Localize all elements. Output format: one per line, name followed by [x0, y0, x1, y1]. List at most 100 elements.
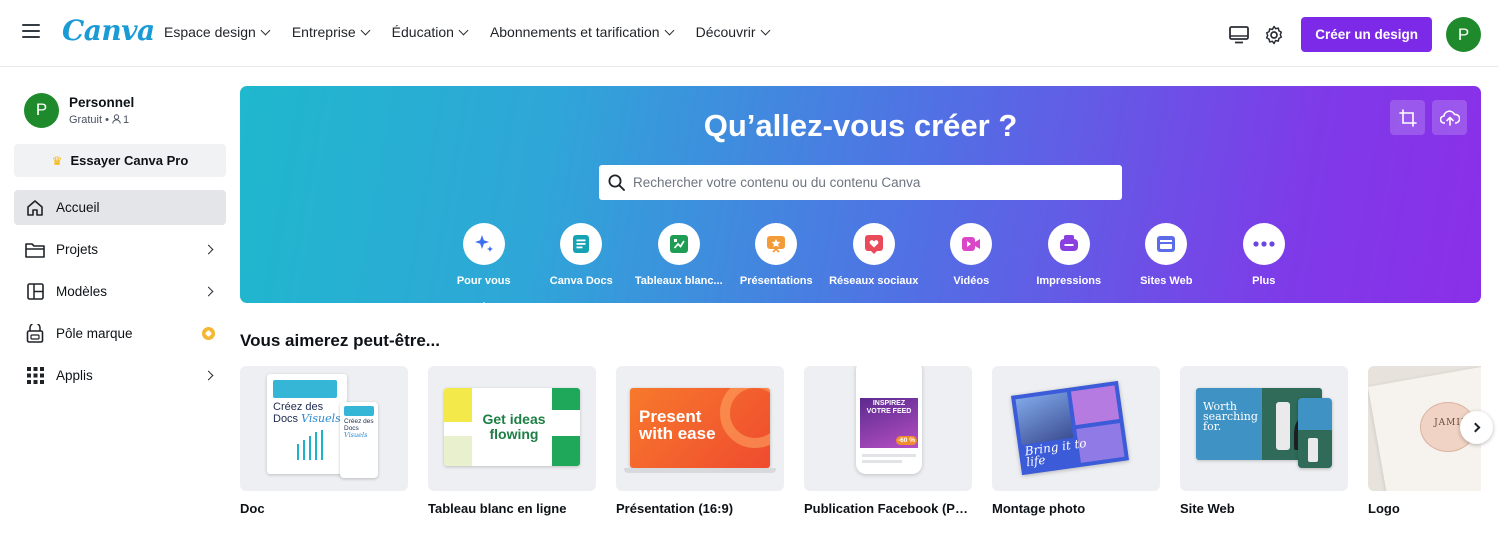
phone-thumb: INSPIREZ VOTRE FEED -60 % [856, 366, 922, 474]
canva-logo[interactable]: Canva [62, 14, 155, 47]
doc-thumb-small-italic: Visuels [344, 431, 368, 439]
card-thumbnail: Worth searching for. [1180, 366, 1348, 491]
web-thumb-text: Worth searching for. [1203, 400, 1258, 433]
photo-thumb: Bring it to life [1010, 380, 1130, 476]
sidebar-item-accueil[interactable]: Accueil [14, 190, 226, 225]
carousel-next-button[interactable] [1460, 411, 1493, 444]
top-bar: Canva Espace design Entreprise Éducation… [0, 0, 1498, 67]
card-label: Site Web [1180, 501, 1235, 516]
chevron-right-icon [203, 286, 214, 297]
search-bar[interactable] [599, 165, 1122, 200]
upload-icon[interactable] [1432, 100, 1467, 135]
whiteboard-icon [657, 223, 700, 265]
menu-icon[interactable] [22, 24, 40, 42]
desktop-icon[interactable] [1227, 23, 1251, 47]
category-sites-web[interactable]: Sites Web [1118, 223, 1216, 287]
nav-label: Abonnements et tarification [489, 24, 660, 40]
sidebar-item-label: Pôle marque [56, 326, 133, 341]
category-label: Réseaux sociaux [829, 275, 919, 287]
chevron-down-icon [260, 25, 271, 35]
chevron-right-icon [203, 370, 214, 381]
category-presentations[interactable]: Présentations [728, 223, 826, 287]
plan-label: Gratuit • [69, 113, 112, 126]
pres-thumb-text: Present with ease [639, 407, 716, 443]
suggestion-card-facebook[interactable]: INSPIREZ VOTRE FEED -60 % Publication Fa… [804, 366, 972, 516]
suggestion-card-doc[interactable]: Créez des Docs Visuels Créez des Docs Vi… [240, 366, 408, 516]
card-thumbnail: Créez des Docs Visuels Créez des Docs Vi… [240, 366, 408, 491]
heart-icon [852, 223, 895, 265]
nav-decouvrir[interactable]: Découvrir [696, 24, 770, 40]
sparkle-icon [462, 223, 505, 265]
suggestion-card-tableau-blanc[interactable]: Get ideas flowing Tableau blanc en ligne [428, 366, 596, 516]
nav-espace-design[interactable]: Espace design [164, 24, 271, 40]
fb-thumb-pct: -60 % [896, 436, 917, 445]
category-canva-docs[interactable]: Canva Docs [533, 223, 631, 287]
video-icon [950, 223, 993, 265]
sidebar-item-modeles[interactable]: Modèles [14, 274, 226, 309]
category-reseaux-sociaux[interactable]: Réseaux sociaux [825, 223, 923, 287]
main-nav: Espace design Entreprise Éducation Abonn… [164, 24, 792, 40]
doc-thumb-small-main: Créez des Docs [344, 418, 374, 432]
suggestion-card-logo[interactable]: JAMIL Logo [1368, 366, 1481, 516]
member-count: 1 [122, 113, 130, 126]
templates-icon [24, 282, 46, 302]
hero-banner: Qu’allez-vous créer ? Pour vous Canva Do… [240, 86, 1481, 303]
avatar: P [24, 92, 59, 128]
sidebar-item-projets[interactable]: Projets [14, 232, 226, 267]
gear-icon[interactable] [1262, 23, 1286, 47]
card-thumbnail: Present with ease [616, 366, 784, 491]
card-label: Logo [1368, 501, 1400, 516]
doc-page-large: Créez des Docs Visuels [267, 374, 347, 474]
fb-thumb-line2: VOTRE FEED [866, 408, 912, 415]
doc-thumb-italic: Visuels [301, 412, 341, 425]
sidebar-item-label: Modèles [56, 284, 108, 299]
chevron-down-icon [360, 25, 371, 35]
category-plus[interactable]: Plus [1215, 223, 1313, 287]
print-icon [1047, 223, 1090, 265]
nav-entreprise[interactable]: Entreprise [292, 24, 371, 40]
create-design-button[interactable]: Créer un design [1301, 17, 1432, 52]
wb-thumb-text: Get ideas flowing [482, 411, 546, 442]
profile-plan: Gratuit • 1 [69, 114, 134, 126]
more-icon [1242, 223, 1285, 265]
nav-label: Éducation [391, 24, 454, 40]
website-mobile-thumb [1298, 398, 1332, 468]
sidebar-item-applis[interactable]: Applis [14, 358, 226, 393]
sidebar: P Personnel Gratuit • 1 ♛ Essayer Canva P… [14, 86, 226, 400]
category-videos[interactable]: Vidéos [923, 223, 1021, 287]
suggestion-card-presentation[interactable]: Present with ease Présentation (16:9) [616, 366, 784, 516]
sidebar-item-pole-marque[interactable]: Pôle marque [14, 316, 226, 351]
crown-icon: ♛ [51, 153, 63, 168]
premium-badge-icon [202, 327, 215, 340]
suggestion-card-montage-photo[interactable]: Bring it to life Montage photo [992, 366, 1160, 516]
card-label: Tableau blanc en ligne [428, 501, 567, 516]
profile-switcher[interactable]: P Personnel Gratuit • 1 [14, 86, 226, 134]
presentation-icon [755, 223, 798, 265]
search-input[interactable] [633, 175, 1103, 190]
pres-thumb: Present with ease [630, 388, 770, 468]
chevron-down-icon [458, 25, 469, 35]
category-impressions[interactable]: Impressions [1020, 223, 1118, 287]
hero-tools [1390, 100, 1467, 135]
brand-icon [24, 324, 46, 344]
website-icon [1145, 223, 1188, 265]
category-label: Vidéos [953, 275, 990, 287]
doc-page-small: Créez des Docs Visuels [340, 402, 378, 478]
doc-thumb-small-title: Créez des Docs Visuels [344, 418, 376, 439]
category-tableaux-blancs[interactable]: Tableaux blanc... [630, 223, 728, 287]
nav-education[interactable]: Éducation [391, 24, 469, 40]
top-actions: Créer un design P [1227, 17, 1481, 52]
card-thumbnail: INSPIREZ VOTRE FEED -60 % [804, 366, 972, 491]
suggestions-title: Vous aimerez peut-être... [240, 331, 440, 350]
avatar[interactable]: P [1446, 17, 1481, 52]
nav-label: Espace design [164, 24, 256, 40]
apps-grid-icon [24, 366, 46, 386]
doc-thumb-title: Créez des Docs Visuels [273, 401, 347, 425]
suggestion-card-site-web[interactable]: Worth searching for. Site Web [1180, 366, 1348, 516]
category-label: Sites Web [1140, 275, 1193, 287]
custom-size-icon[interactable] [1390, 100, 1425, 135]
try-canva-pro-button[interactable]: ♛ Essayer Canva Pro [14, 144, 226, 177]
nav-abonnements[interactable]: Abonnements et tarification [489, 24, 675, 40]
chevron-right-icon [203, 244, 214, 255]
category-pour-vous[interactable]: Pour vous [435, 223, 533, 303]
